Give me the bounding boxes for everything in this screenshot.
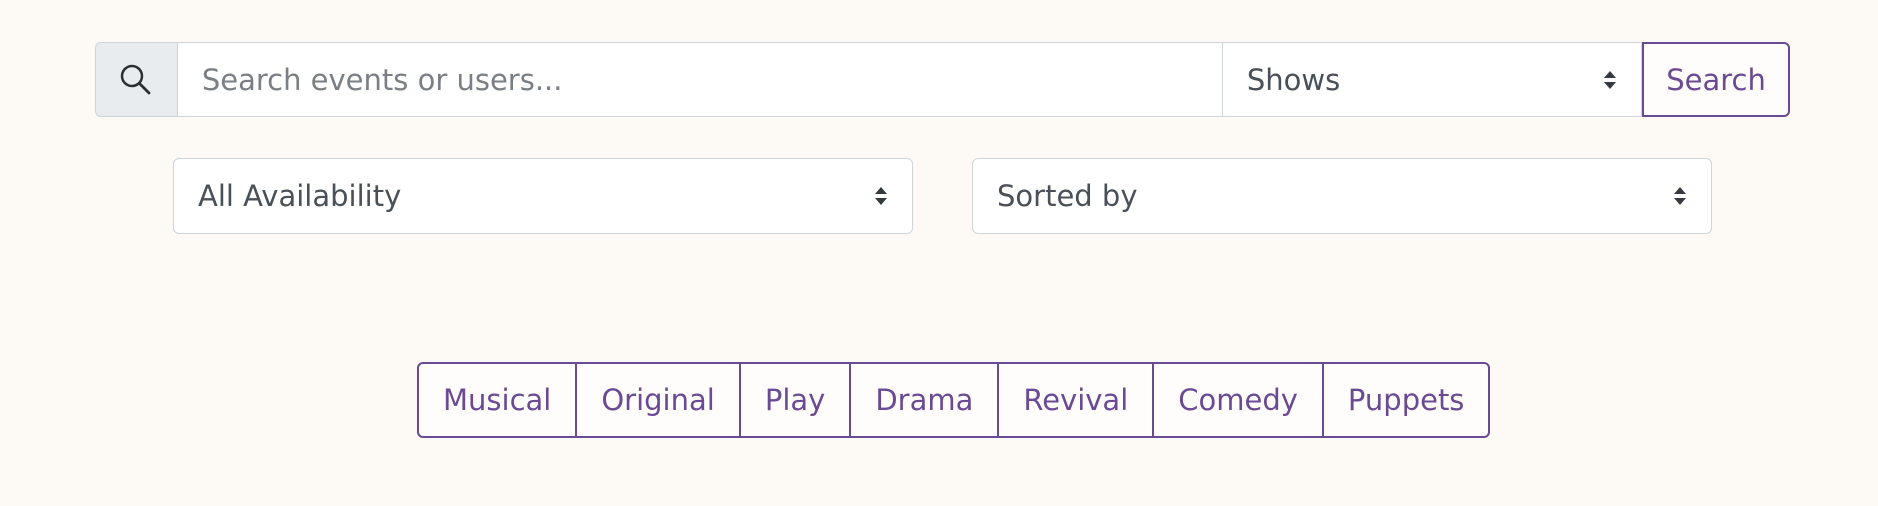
- genre-filter-group: Musical Original Play Drama Revival Come…: [417, 362, 1491, 438]
- genre-button-drama[interactable]: Drama: [851, 364, 1000, 436]
- category-select-value: Shows: [1246, 62, 1341, 97]
- sort-select[interactable]: Sorted by: [972, 158, 1712, 234]
- sort-select-value: Sorted by: [997, 179, 1138, 213]
- select-arrows-icon: [875, 187, 887, 205]
- category-select[interactable]: Shows: [1222, 42, 1643, 117]
- search-input[interactable]: [176, 42, 1223, 117]
- availability-select[interactable]: All Availability: [173, 158, 913, 234]
- select-arrows-icon: [1674, 187, 1686, 205]
- search-bar: Shows Search: [95, 42, 1790, 117]
- availability-select-value: All Availability: [198, 179, 402, 213]
- search-icon: [95, 42, 177, 117]
- genre-button-puppets[interactable]: Puppets: [1324, 364, 1488, 436]
- search-button[interactable]: Search: [1642, 42, 1790, 117]
- genre-button-original[interactable]: Original: [577, 364, 741, 436]
- genre-button-musical[interactable]: Musical: [419, 364, 578, 436]
- genre-button-revival[interactable]: Revival: [999, 364, 1155, 436]
- select-arrows-icon: [1604, 70, 1617, 89]
- genre-button-comedy[interactable]: Comedy: [1154, 364, 1324, 436]
- genre-button-play[interactable]: Play: [741, 364, 852, 436]
- search-button-label: Search: [1666, 62, 1766, 97]
